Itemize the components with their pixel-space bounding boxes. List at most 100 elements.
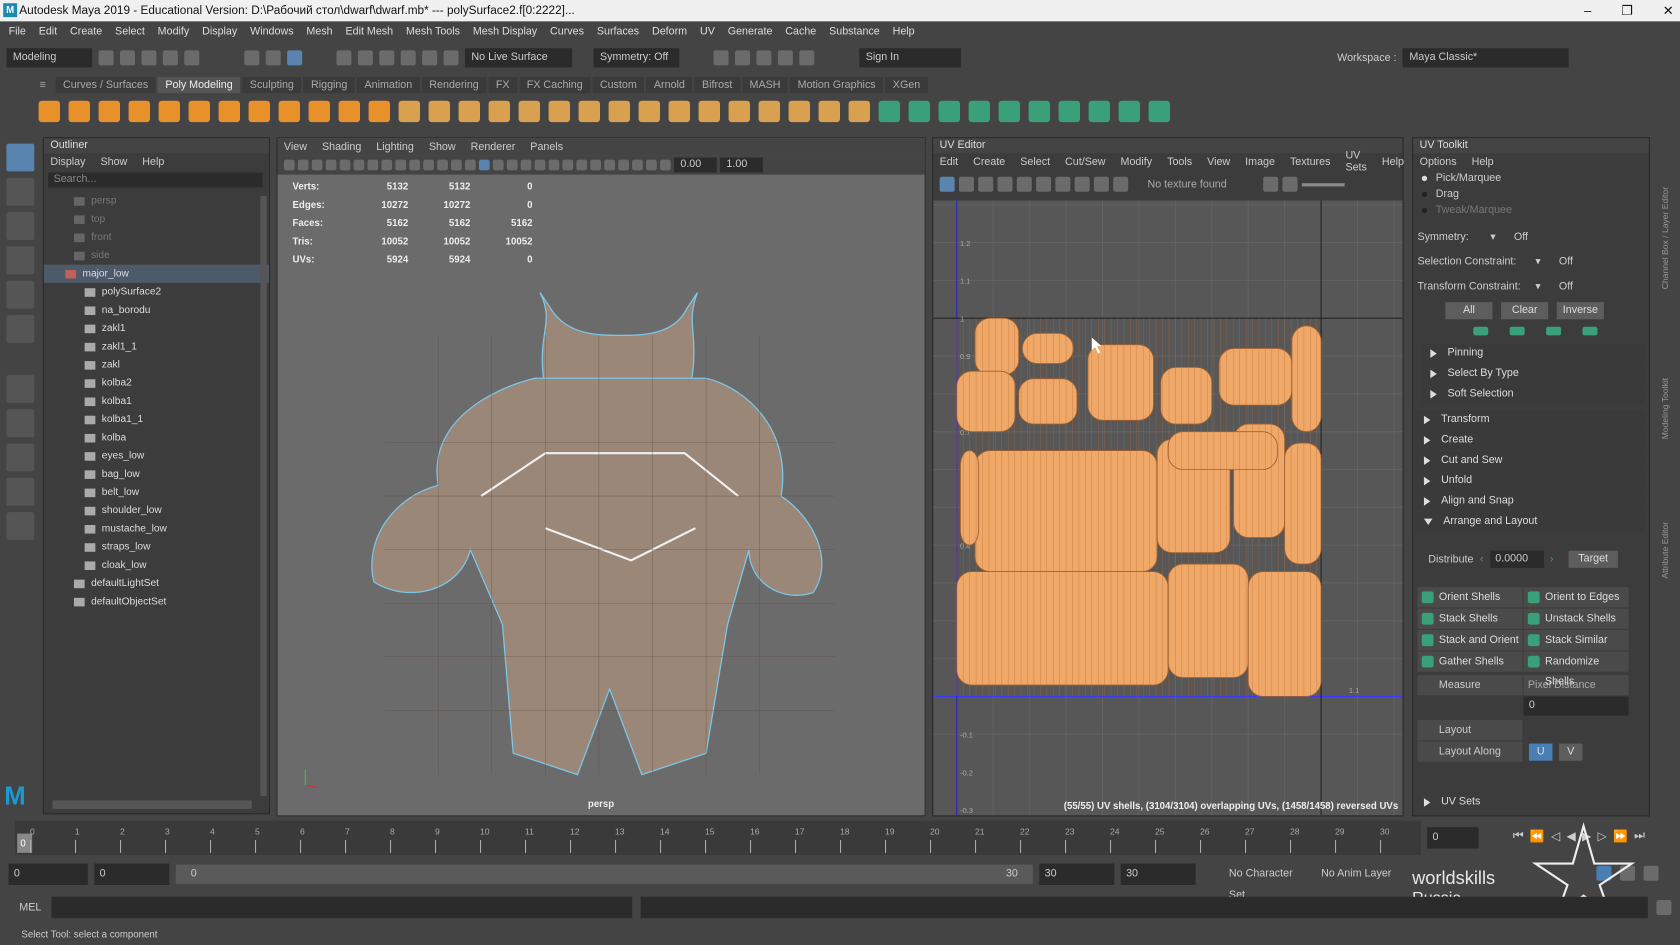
bookmark-icon[interactable] (311, 159, 323, 171)
menu-file[interactable]: File (9, 25, 26, 37)
render-sequence-icon[interactable] (735, 50, 751, 66)
last-tool-icon[interactable] (6, 375, 35, 403)
snap-view-icon[interactable] (400, 50, 416, 66)
mel-input[interactable] (51, 896, 633, 919)
menu-surfaces[interactable]: Surfaces (597, 25, 639, 37)
outliner-search-input[interactable]: Search... (48, 172, 263, 188)
shelf-sphere-icon[interactable] (38, 100, 61, 123)
outliner-item[interactable]: kolba (44, 429, 269, 447)
auto-key-icon[interactable] (1596, 865, 1612, 881)
stack-shells-button[interactable]: Stack Shells (1417, 608, 1523, 629)
uv-snapshot-icon[interactable] (1074, 176, 1090, 192)
uv-border-icon[interactable] (997, 176, 1013, 192)
clear-button[interactable]: Clear (1501, 302, 1549, 320)
outliner-item[interactable]: zakl1 (44, 319, 269, 337)
camera-attr-icon[interactable] (297, 159, 309, 171)
viewport-menu-panels[interactable]: Panels (530, 141, 563, 153)
outliner-item[interactable]: bag_low (44, 465, 269, 483)
shelf-merge-icon[interactable] (668, 100, 691, 123)
menu-windows[interactable]: Windows (250, 25, 293, 37)
inverse-button[interactable]: Inverse (1556, 302, 1604, 320)
uv-menu-image[interactable]: Image (1245, 156, 1275, 168)
uvt-menu-options[interactable]: Options (1420, 156, 1457, 168)
shelf-multi-cut-icon[interactable] (728, 100, 751, 123)
distribute-right-icon[interactable]: › (1550, 553, 1554, 565)
resolution-gate-icon[interactable] (395, 159, 407, 171)
mode-drag[interactable]: Drag (1421, 186, 1649, 202)
safe-action-icon[interactable] (437, 159, 448, 171)
shelf-cone-icon[interactable] (128, 100, 151, 123)
render-settings-icon[interactable] (777, 50, 793, 66)
uv-menu-uv-sets[interactable]: UV Sets (1345, 150, 1366, 174)
shell-select-icon[interactable] (1473, 326, 1489, 336)
transform-constraint-value[interactable]: Off (1559, 281, 1573, 293)
viewport-panel[interactable]: View Shading Lighting Show Renderer Panels 0.… (276, 137, 927, 818)
backface-icon[interactable] (660, 159, 671, 171)
shelf-fill-hole-icon[interactable] (638, 100, 661, 123)
play-forward-icon[interactable]: ▶ (1582, 829, 1591, 843)
outliner-item[interactable]: kolba1_1 (44, 410, 269, 428)
shelf-bridge-icon[interactable] (518, 100, 541, 123)
paint-select-icon[interactable] (6, 212, 35, 241)
orient-to-edges-button[interactable]: Orient to Edges (1523, 587, 1629, 608)
menu-mesh-display[interactable]: Mesh Display (473, 25, 537, 37)
shelf-camera-based-icon[interactable] (1088, 100, 1111, 123)
shelf-tab-curves-surfaces[interactable]: Curves / Surfaces (55, 77, 156, 94)
playback-start-field[interactable]: 0 (94, 863, 170, 886)
menu-deform[interactable]: Deform (652, 25, 687, 37)
hypershade-icon[interactable] (799, 50, 815, 66)
uv-menu-cut-sew[interactable]: Cut/Sew (1065, 156, 1105, 168)
prefs-icon[interactable] (1620, 865, 1636, 881)
uv-menu-textures[interactable]: Textures (1290, 156, 1330, 168)
measure-mode-dropdown[interactable]: Pixel Distance (1523, 675, 1629, 696)
shelf-tab-motion-graphics[interactable]: Motion Graphics (790, 77, 884, 94)
anim-prefs-icon[interactable] (1643, 865, 1659, 881)
section-uv-sets[interactable]: UV Sets (1415, 793, 1644, 812)
shelf-wedge-icon[interactable] (848, 100, 871, 123)
minimize-icon[interactable]: – (1584, 0, 1591, 21)
shelf-tab-arnold[interactable]: Arnold (646, 77, 693, 94)
grid-icon[interactable] (367, 159, 379, 171)
outliner-hscrollbar[interactable] (52, 800, 252, 809)
move-tool-icon[interactable] (6, 246, 35, 275)
select-object-icon[interactable] (265, 50, 281, 66)
outliner-scrollbar[interactable] (260, 196, 267, 797)
shelf-tab-mash[interactable]: MASH (742, 77, 789, 94)
select-tool-icon[interactable] (6, 143, 35, 172)
shelf-type-icon[interactable] (308, 100, 331, 123)
distribute-left-icon[interactable]: ‹ (1480, 553, 1484, 565)
dwarf-model[interactable] (278, 175, 927, 818)
grow-select-icon[interactable] (1509, 326, 1525, 336)
shelf-tab-poly-modeling[interactable]: Poly Modeling (157, 77, 241, 94)
outliner-menu-show[interactable]: Show (100, 156, 127, 168)
side-tab-modeling-toolkit[interactable]: Modeling Toolkit (1661, 343, 1671, 439)
shelf-sculpt-icon[interactable] (878, 100, 901, 123)
menu-create[interactable]: Create (70, 25, 102, 37)
go-to-start-icon[interactable]: ⏮ (1513, 829, 1524, 843)
symmetry-value[interactable]: Off (1514, 231, 1528, 243)
viewport-menu-view[interactable]: View (284, 141, 307, 153)
shelf-tab-bifrost[interactable]: Bifrost (694, 77, 740, 94)
uv-shell[interactable] (1167, 563, 1249, 678)
stack-and-orient-button[interactable]: Stack and Orient (1417, 630, 1523, 651)
menu-cache[interactable]: Cache (785, 25, 816, 37)
uv-shell[interactable] (1021, 332, 1074, 365)
uv-shell[interactable] (956, 571, 1169, 686)
viewport-menu-shading[interactable]: Shading (322, 141, 361, 153)
render-frame-icon[interactable] (713, 50, 729, 66)
uv-filter-icon[interactable] (1055, 176, 1071, 192)
lights-icon[interactable] (520, 159, 532, 171)
uv-canvas[interactable]: 1.21.110.90.80.70.60.50.40.30.20.1-0.1-0… (933, 200, 1403, 816)
motion-blur-icon[interactable] (562, 159, 574, 171)
target-button[interactable]: Target (1568, 550, 1618, 568)
shelf-tab-fx-caching[interactable]: FX Caching (519, 77, 591, 94)
exposure-icon[interactable] (1263, 176, 1279, 192)
current-frame-field[interactable]: 0 (1427, 827, 1479, 849)
outliner-menu-display[interactable]: Display (50, 156, 85, 168)
shelf-mirror-icon[interactable] (818, 100, 841, 123)
xray-icon[interactable] (618, 159, 629, 171)
go-to-end-icon[interactable]: ⏭ (1634, 829, 1645, 843)
uv-shaded-icon[interactable] (978, 176, 994, 192)
outliner-item[interactable]: side (44, 246, 269, 264)
randomize-shells-button[interactable]: Randomize Shells (1523, 651, 1629, 688)
